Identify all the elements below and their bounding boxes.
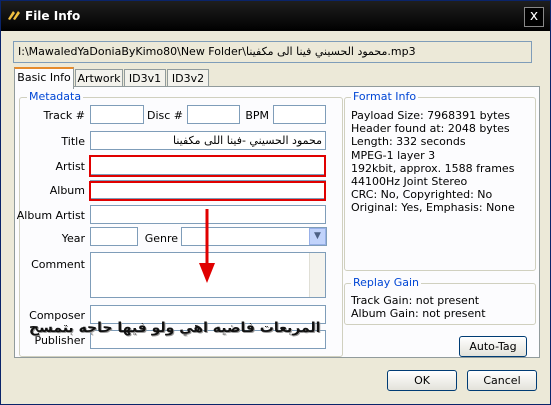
close-button[interactable]: x bbox=[524, 7, 544, 27]
track-label: Track # bbox=[43, 109, 86, 122]
red-arrow-annotation bbox=[199, 209, 215, 283]
tab-basic-info[interactable]: Basic Info bbox=[14, 67, 74, 89]
payload-size: Payload Size: 7968391 bytes bbox=[351, 109, 510, 122]
comment-scrollbar[interactable] bbox=[309, 253, 325, 297]
title-bar[interactable]: File Info x bbox=[1, 1, 550, 31]
album-artist-label: Album Artist bbox=[16, 209, 85, 222]
app-icon bbox=[8, 11, 20, 20]
tab-id3v1[interactable]: ID3v1 bbox=[124, 69, 166, 87]
length: Length: 332 seconds bbox=[351, 135, 466, 149]
sample-rate: 44100Hz Joint Stereo bbox=[351, 175, 468, 189]
bpm-input[interactable] bbox=[273, 105, 326, 124]
replay-gain-text: Track Gain: not present Album Gain: not … bbox=[351, 294, 486, 320]
file-info-window: File Info x I:\MawaledYaDoniaByKimo80\Ne… bbox=[0, 0, 551, 405]
format-info-group-label: Format Info bbox=[351, 90, 419, 103]
tab-id3v2[interactable]: ID3v2 bbox=[167, 69, 209, 87]
track-gain: Track Gain: not present bbox=[351, 294, 480, 307]
track-input[interactable] bbox=[90, 105, 144, 124]
basic-info-panel: Metadata Track # Disc # BPM Title محمود … bbox=[14, 86, 540, 358]
mpeg-layer: MPEG-1 layer 3 bbox=[351, 148, 436, 162]
year-label: Year bbox=[61, 232, 85, 245]
chevron-down-icon[interactable]: ▼ bbox=[309, 228, 326, 245]
comment-label: Comment bbox=[31, 258, 85, 271]
title-input[interactable]: محمود الحسيني -فينا اللى مكفينا bbox=[90, 131, 326, 150]
album-label: Album bbox=[49, 184, 85, 197]
cancel-button[interactable]: Cancel bbox=[467, 370, 537, 391]
disc-input[interactable] bbox=[187, 105, 240, 124]
disc-label: Disc # bbox=[146, 109, 183, 122]
close-icon: x bbox=[529, 8, 539, 24]
bpm-label: BPM bbox=[245, 109, 269, 122]
format-info-text: Payload Size: 7968391 bytes Header found… bbox=[351, 109, 515, 215]
bitrate-frames: 192kbit, approx. 1588 frames bbox=[351, 161, 515, 175]
artist-label: Artist bbox=[55, 160, 85, 173]
window-title: File Info bbox=[25, 9, 81, 23]
annotation-text: المربعات فاضيه اهي ولو فيها حاجه بتمسح bbox=[29, 320, 321, 336]
title-label: Title bbox=[61, 135, 85, 148]
replay-gain-group-label: Replay Gain bbox=[351, 276, 421, 289]
tab-artwork[interactable]: Artwork bbox=[75, 69, 123, 87]
header-found: Header found at: 2048 bytes bbox=[351, 122, 510, 136]
file-path-field: I:\MawaledYaDoniaByKimo80\New Folder\محم… bbox=[13, 41, 532, 63]
ok-button[interactable]: OK bbox=[387, 370, 457, 391]
album-highlight-box bbox=[89, 181, 326, 201]
crc-copyright: CRC: No, Copyrighted: No bbox=[351, 188, 493, 202]
year-input[interactable] bbox=[90, 227, 138, 246]
auto-tag-button[interactable]: Auto-Tag bbox=[459, 336, 527, 357]
genre-label: Genre bbox=[144, 232, 178, 245]
metadata-group-label: Metadata bbox=[27, 90, 84, 103]
album-gain: Album Gain: not present bbox=[351, 307, 486, 321]
artist-highlight-box bbox=[89, 155, 326, 177]
original-emphasis: Original: Yes, Emphasis: None bbox=[351, 201, 515, 215]
